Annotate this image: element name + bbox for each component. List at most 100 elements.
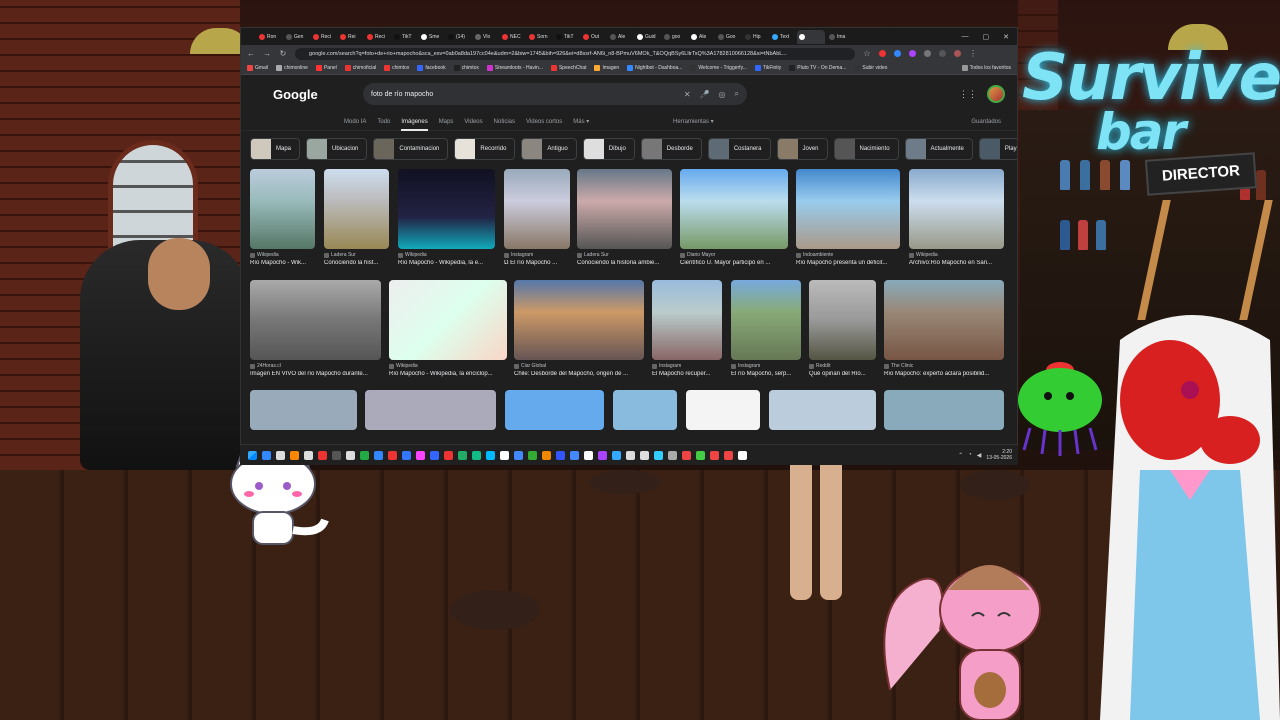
search-tab[interactable]: Noticias [494, 113, 515, 131]
browser-tab[interactable]: Sme [419, 30, 444, 44]
image-result[interactable]: Wikipedia Río Mapocho - Wikipedia, la e..… [398, 169, 495, 266]
image-result[interactable]: Wikipedia Archivo:Río Mapocho en San... [909, 169, 1004, 266]
result-thumbnail[interactable] [909, 169, 1004, 249]
browser-tab[interactable]: Ale [689, 30, 714, 44]
voice-search-icon[interactable]: 🎤 [700, 90, 710, 99]
search-tab[interactable]: Videos cortos [526, 113, 562, 131]
result-thumbnail[interactable] [250, 390, 357, 430]
bookmark[interactable]: chimoficial [344, 65, 376, 71]
result-thumbnail[interactable] [613, 390, 677, 430]
result-title[interactable]: Chile: Desborde del Mapocho, origen de .… [514, 371, 644, 377]
browser-tab[interactable]: (14) [446, 30, 471, 44]
taskbar-app-icon[interactable] [486, 450, 495, 460]
filter-chip[interactable]: Dibujo [582, 138, 635, 160]
image-result[interactable]: Ladera Sur Conociendo la hist... [324, 169, 389, 266]
forward-icon[interactable]: → [263, 49, 271, 58]
image-result[interactable]: Wikipedia Río Mapocho - Wikipedia, la enc… [389, 280, 507, 377]
browser-tab[interactable]: Sorn [527, 30, 552, 44]
result-thumbnail[interactable] [324, 169, 389, 249]
taskbar-app-icon[interactable] [584, 450, 593, 460]
bookmark[interactable]: chimtox [384, 65, 409, 71]
address-bar[interactable]: google.com/search?q=foto+de+rio+mapocho&… [295, 47, 855, 60]
search-box[interactable]: foto de río mapocho ✕ 🎤 ◎ ⌕ [363, 83, 747, 105]
taskbar-app-icon[interactable] [738, 450, 747, 460]
result-thumbnail[interactable] [796, 169, 900, 249]
result-thumbnail[interactable] [250, 169, 315, 249]
browser-tab[interactable]: NEC [500, 30, 525, 44]
result-title[interactable]: Científico U. Mayor participó en ... [680, 260, 788, 266]
image-result[interactable]: Ladera Sur Conociendo la historia ambie..… [577, 169, 672, 266]
taskbar-app-icon[interactable] [598, 450, 607, 460]
bookmark[interactable]: chimtox [453, 65, 479, 71]
lens-icon[interactable]: ◎ [719, 90, 726, 99]
filter-chip[interactable]: Recorrido [454, 138, 516, 160]
taskbar-app-icon[interactable] [374, 450, 383, 460]
taskbar-app-icon[interactable] [570, 450, 579, 460]
filter-chip[interactable]: Desborde [640, 138, 702, 160]
bookmark[interactable]: Welcome - Triggerfy... [690, 65, 747, 71]
close-icon[interactable]: ✕ [1003, 33, 1009, 41]
result-thumbnail[interactable] [884, 390, 1004, 430]
result-thumbnail[interactable] [505, 390, 604, 430]
filter-chip[interactable]: Joven [776, 138, 828, 160]
result-title[interactable]: El Mapocho recuper... [652, 371, 722, 377]
tools-button[interactable]: Herramientas ▾ [673, 113, 714, 131]
taskbar-app-icon[interactable] [640, 450, 649, 460]
image-result[interactable]: Indoambiente Río Mapocho presenta un défi… [796, 169, 900, 266]
bookmark[interactable]: TikFinity [754, 65, 781, 71]
taskbar-app-icon[interactable] [500, 450, 509, 460]
taskbar-app-icon[interactable] [402, 450, 411, 460]
browser-tab[interactable]: Ale [608, 30, 633, 44]
image-result[interactable]: Ciar Global Chile: Desborde del Mapocho, … [514, 280, 644, 377]
browser-tab[interactable]: TikT [392, 30, 417, 44]
image-result[interactable]: 24Horas.cl Imagen EN VIVO del río Mapocho… [250, 280, 381, 377]
taskbar-app-icon[interactable] [458, 450, 467, 460]
image-result[interactable]: Instagram Ω El río Mapocho ... [504, 169, 570, 266]
browser-tab[interactable]: Out [581, 30, 606, 44]
result-thumbnail[interactable] [731, 280, 801, 360]
search-tab[interactable]: Todo [377, 113, 390, 131]
result-thumbnail[interactable] [504, 169, 570, 249]
browser-tab[interactable]: Vlo [473, 30, 498, 44]
image-result[interactable]: Instagram El río Mapocho, serp... [731, 280, 801, 377]
search-icon[interactable]: ⌕ [735, 89, 739, 99]
image-result[interactable]: Instagram El Mapocho recuper... [652, 280, 722, 377]
taskbar-app-icon[interactable] [724, 450, 733, 460]
bookmark[interactable]: chimonline [276, 65, 308, 71]
image-result[interactable]: Diario Mayor Científico U. Mayor particip… [680, 169, 788, 266]
clear-icon[interactable]: ✕ [684, 90, 691, 99]
filter-chip[interactable]: Mapa [250, 138, 301, 160]
back-icon[interactable]: ← [247, 49, 255, 58]
profile-icon[interactable] [954, 50, 961, 57]
browser-tab[interactable]: Ima [827, 30, 852, 44]
filter-chip[interactable]: Playa [978, 138, 1017, 160]
bookmark[interactable]: facebook [417, 65, 446, 71]
browser-tab[interactable]: goo [662, 30, 687, 44]
image-result[interactable] [884, 390, 1004, 430]
search-tab[interactable]: Modo IA [344, 113, 366, 131]
filter-chip[interactable]: Actualmente [904, 138, 973, 160]
taskbar-app-icon[interactable] [346, 450, 355, 460]
taskbar-app-icon[interactable] [430, 450, 439, 460]
result-title[interactable]: Ω El río Mapocho ... [504, 260, 570, 266]
browser-tab[interactable] [797, 29, 825, 44]
taskbar-app-icon[interactable] [332, 450, 341, 460]
menu-icon[interactable]: ⋮ [969, 49, 977, 58]
result-thumbnail[interactable] [884, 280, 1004, 360]
result-thumbnail[interactable] [680, 169, 788, 249]
result-thumbnail[interactable] [686, 390, 760, 430]
result-thumbnail[interactable] [577, 169, 672, 249]
browser-tab[interactable]: Text [770, 30, 795, 44]
result-thumbnail[interactable] [514, 280, 644, 360]
taskbar-app-icon[interactable] [612, 450, 621, 460]
volume-icon[interactable]: ◀ [977, 452, 982, 459]
search-tab[interactable]: Imágenes [401, 113, 428, 131]
image-result[interactable] [365, 390, 496, 430]
image-result[interactable]: Wikipedia Río Mapocho - Wik... [250, 169, 315, 266]
image-result[interactable]: Reddit Qué opinan del Río... [809, 280, 876, 377]
result-title[interactable]: Conociendo la historia ambie... [577, 260, 672, 266]
result-thumbnail[interactable] [250, 280, 381, 360]
reload-icon[interactable]: ↻ [279, 49, 287, 58]
filter-chip[interactable]: Contaminacion [373, 138, 449, 160]
extension-icon[interactable] [924, 50, 931, 57]
